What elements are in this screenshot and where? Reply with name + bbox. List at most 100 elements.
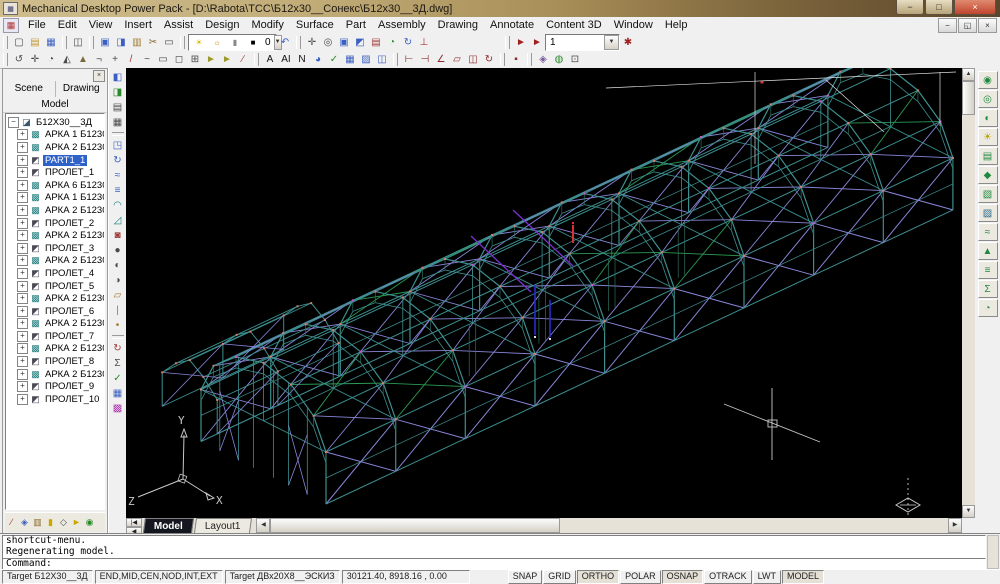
etransmit-icon[interactable]: ◍ (551, 52, 567, 67)
expand-icon[interactable]: + (17, 192, 28, 203)
child-close-button[interactable]: × (978, 18, 997, 33)
toolbar-grip[interactable] (3, 53, 8, 66)
tree-item[interactable]: +◩PART1_1 (17, 154, 104, 167)
maximize-button[interactable]: □ (925, 0, 953, 15)
expand-icon[interactable]: + (17, 155, 28, 166)
tab-model[interactable]: Model (3, 97, 107, 113)
expand-icon[interactable]: + (17, 268, 28, 279)
copy-object-icon[interactable]: ◨ (113, 35, 129, 50)
hide-icon[interactable]: ◎ (978, 90, 998, 108)
expand-icon[interactable]: + (17, 167, 28, 178)
toggle-ortho[interactable]: ORTHO (577, 570, 619, 584)
sweep-icon[interactable]: ≈ (110, 168, 126, 183)
scroll-right-icon[interactable]: ▶ (948, 518, 962, 533)
title-bar[interactable]: ▦ Mechanical Desktop Power Pack - [D:\Ra… (0, 0, 1000, 17)
power-snap-a-icon[interactable]: ► (513, 35, 529, 50)
toggle-model[interactable]: MODEL (782, 570, 824, 584)
mirror-icon[interactable]: ◭ (59, 52, 75, 67)
expand-icon[interactable]: + (17, 230, 28, 241)
menu-assembly[interactable]: Assembly (372, 19, 432, 31)
dim-edit-icon[interactable]: ⊣ (417, 52, 433, 67)
scenes-icon[interactable]: ▤ (978, 147, 998, 165)
tree-item-label[interactable]: ПРОЛЕТ_6 (43, 306, 96, 317)
3d-orbit-icon[interactable]: ◔ (384, 35, 400, 50)
pattern-icon[interactable]: ⊞ (187, 52, 203, 67)
tree-item-label[interactable]: АРКА 2 Б1230_1 (43, 142, 105, 153)
expand-icon[interactable]: + (17, 356, 28, 367)
menu-assist[interactable]: Assist (158, 19, 199, 31)
save-icon[interactable]: ▦ (43, 35, 59, 50)
background-icon[interactable]: ▨ (978, 204, 998, 222)
copy-clip-icon[interactable]: ▣ (97, 35, 113, 50)
lights-icon[interactable]: ☀ (978, 128, 998, 146)
dtext-icon[interactable]: AI (278, 52, 294, 67)
undo-icon[interactable]: ↶ (277, 35, 293, 50)
power-edit-icon[interactable]: ↺ (11, 52, 27, 67)
ucs-icon[interactable]: ⊥ (416, 35, 432, 50)
toggle-osnap[interactable]: OSNAP (662, 570, 704, 584)
tree-item-label[interactable]: АРКА 2 Б1230_2 (43, 205, 105, 216)
menu-drawing[interactable]: Drawing (432, 19, 484, 31)
render-icon[interactable]: ◉ (978, 71, 998, 89)
expand-icon[interactable]: + (17, 306, 28, 317)
field-icon[interactable]: ⊡ (567, 52, 583, 67)
tree-item-label[interactable]: АРКА 2 Б1230_6 (43, 293, 105, 304)
statistics-icon[interactable]: Σ (978, 280, 998, 298)
flag-b-icon[interactable]: ► (219, 52, 235, 67)
copy-icon[interactable]: ◔ (43, 52, 59, 67)
command-scrollbar[interactable] (987, 535, 999, 569)
pan-realtime-icon[interactable]: ✛ (304, 35, 320, 50)
expand-icon[interactable]: + (17, 243, 28, 254)
trim-icon[interactable]: / (123, 52, 139, 67)
power-snap-settings-icon[interactable]: ✱ (620, 35, 636, 50)
paste-icon[interactable]: ▥ (129, 35, 145, 50)
toolbar-grip[interactable] (296, 36, 301, 49)
tree-item[interactable]: +▩АРКА 2 Б1230_8 (17, 343, 104, 356)
dim-style-icon[interactable]: ◫ (465, 52, 481, 67)
power-dimension-icon[interactable]: ⊢ (401, 52, 417, 67)
shade-icon[interactable]: ◐ (978, 109, 998, 127)
collapse-icon[interactable]: − (8, 117, 19, 128)
tree-item[interactable]: +◩ПРОЛЕТ_4 (17, 267, 104, 280)
tree-item[interactable]: +▩АРКА 2 Б1230_2 (17, 204, 104, 217)
viewport-vscrollbar[interactable]: ▲ ▼ (962, 68, 975, 518)
toggle-lwt[interactable]: LWT (753, 570, 781, 584)
mtext-icon[interactable]: A (262, 52, 278, 67)
array-icon[interactable]: ▲ (75, 52, 91, 67)
tree-item-label[interactable]: ПРОЛЕТ_9 (43, 381, 96, 392)
hole-icon[interactable]: ● (110, 243, 126, 258)
tree-item[interactable]: +▩АРКА 2 Б1230_7 (17, 318, 104, 331)
tab-drawing[interactable]: Drawing (56, 81, 108, 97)
spell-icon[interactable]: ✓ (326, 52, 342, 67)
fillet-3d-icon[interactable]: ◠ (110, 198, 126, 213)
new-drawing-icon[interactable]: ▤ (110, 100, 126, 115)
layer-color-icon[interactable]: ■ (245, 35, 261, 50)
expand-icon[interactable]: + (17, 381, 28, 392)
viewport-hscrollbar[interactable]: ◀ ▶ (256, 518, 962, 533)
menu-file[interactable]: File (22, 19, 52, 31)
display-options-icon[interactable]: ▩ (110, 401, 126, 416)
plot-preview-icon[interactable]: ◫ (70, 35, 86, 50)
render-quick-icon[interactable]: ◈ (535, 52, 551, 67)
zoom-realtime-icon[interactable]: ◎ (320, 35, 336, 50)
tree-item[interactable]: +◩ПРОЛЕТ_3 (17, 242, 104, 255)
tab-layout1[interactable]: Layout1 (194, 518, 252, 533)
snap-style-combo[interactable]: 1 ▼ (545, 34, 620, 51)
tree-item-label[interactable]: ПРОЛЕТ_2 (43, 218, 96, 229)
sketch-mode-icon[interactable]: ∕ (5, 516, 18, 530)
command-history[interactable]: shortcut-menu. Regenerating model. (2, 535, 986, 559)
combine-icon[interactable]: ◐ (110, 258, 126, 273)
menu-insert[interactable]: Insert (118, 19, 158, 31)
tree-item[interactable]: +◩ПРОЛЕТ_9 (17, 380, 104, 393)
expand-icon[interactable]: + (17, 343, 28, 354)
scroll-down-icon[interactable]: ▼ (962, 505, 975, 518)
tree-item[interactable]: +◩ПРОЛЕТ_8 (17, 355, 104, 368)
zoom-window-icon[interactable]: ▣ (336, 35, 352, 50)
tree-item[interactable]: +◩ПРОЛЕТ_10 (17, 393, 104, 406)
polyline-icon[interactable]: ◻ (171, 52, 187, 67)
expand-icon[interactable]: + (17, 129, 28, 140)
tree-item-label[interactable]: PART1_1 (43, 155, 87, 166)
scroll-left-icon[interactable]: ◀ (256, 518, 270, 533)
mapping-icon[interactable]: ▧ (978, 185, 998, 203)
table-icon[interactable]: ▦ (342, 52, 358, 67)
